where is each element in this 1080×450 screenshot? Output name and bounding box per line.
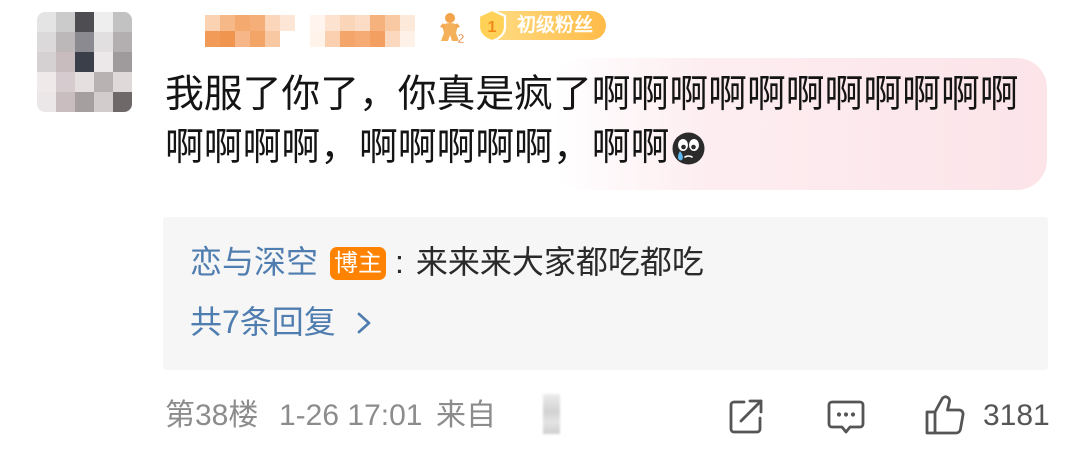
fan-badge[interactable]: 1 初级粉丝 [477, 8, 606, 43]
fan-level-number: 1 [488, 19, 497, 36]
reply-separator: : [395, 244, 404, 280]
view-all-replies-link[interactable]: 共7条回复 [190, 304, 371, 340]
floor-number: 第38楼 [165, 399, 259, 432]
comment-line-2: 啊啊啊啊，啊啊啊啊啊，啊啊 [165, 121, 1019, 174]
avatar[interactable] [37, 12, 132, 112]
reply-text: 来来来大家都吃都吃 [415, 244, 704, 280]
chevron-right-icon [357, 312, 371, 334]
comment-time: 1-26 17:01 [279, 399, 423, 432]
like-count: 3181 [983, 399, 1050, 432]
comment-text: 我服了你了，你真是疯了啊啊啊啊啊啊啊啊啊啊啊 啊啊啊啊，啊啊啊啊啊，啊啊 [165, 68, 1019, 174]
crying-face-emoji-icon [672, 132, 705, 165]
source-app-blurred [543, 394, 560, 434]
reply-author-link[interactable]: 恋与深空 [190, 244, 318, 280]
username-mosaic [205, 15, 220, 31]
view-all-replies-label: 共7条回复 [190, 304, 336, 340]
user-level-number: 2 [457, 31, 464, 45]
reply-content: : 来来来大家都吃都吃 [395, 244, 704, 280]
fan-level-shield-icon: 1 [477, 8, 507, 43]
avatar-mosaic [37, 12, 56, 32]
reply-preview[interactable]: 恋与深空 博主 : 来来来大家都吃都吃 共7条回复 [163, 217, 1048, 370]
author-badge: 博主 [330, 247, 386, 280]
comment-icon[interactable] [826, 398, 866, 436]
repost-icon[interactable] [726, 396, 766, 436]
comment-line-1: 我服了你了，你真是疯了啊啊啊啊啊啊啊啊啊啊啊 [165, 68, 1019, 121]
username-blurred[interactable] [205, 15, 415, 47]
source-label: 来自 [436, 399, 496, 432]
thumb-up-icon [925, 395, 965, 435]
comment-line-2-text: 啊啊啊啊，啊啊啊啊啊，啊啊 [165, 126, 670, 169]
like-button[interactable]: 3181 [922, 393, 1052, 437]
fan-badge-label: 初级粉丝 [517, 15, 594, 36]
comment-line-1-text: 我服了你了，你真是疯了啊啊啊啊啊啊啊啊啊啊啊 [165, 73, 1019, 116]
user-level-icon[interactable]: 2 [438, 11, 468, 45]
